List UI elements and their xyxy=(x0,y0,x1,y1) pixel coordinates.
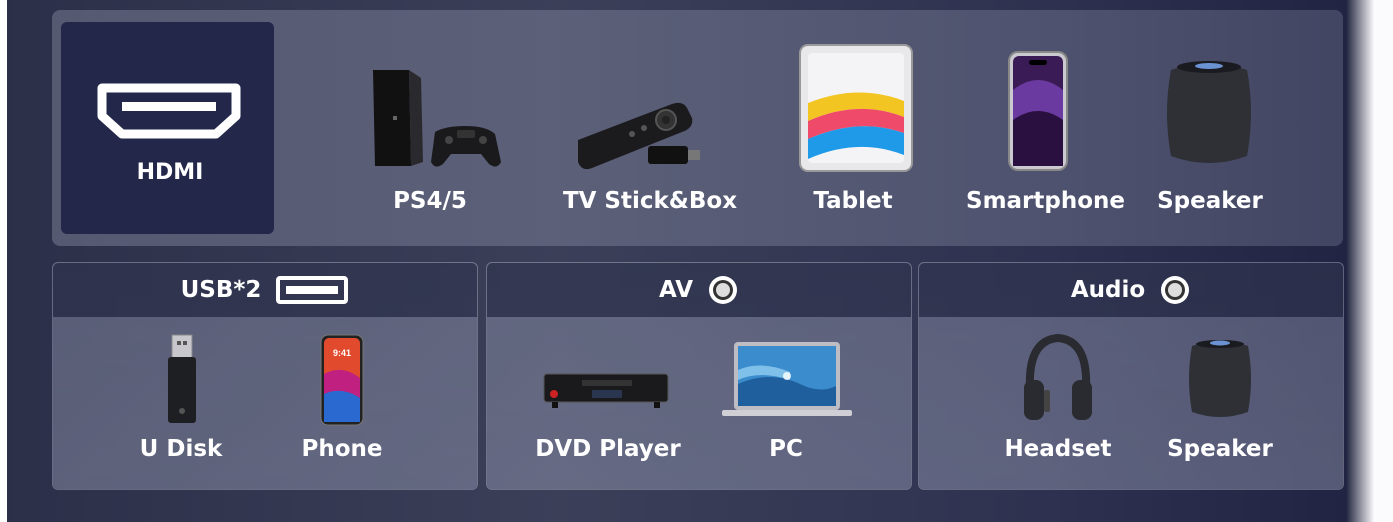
smart-speaker-icon xyxy=(1167,61,1251,163)
audio-port-icon xyxy=(1161,276,1190,304)
av-title: AV xyxy=(658,277,694,303)
audio-panel: Audio xyxy=(918,262,1344,490)
device-label-dvd-player: DVD Player xyxy=(535,436,681,462)
tablet-icon xyxy=(799,44,913,172)
usb-panel-header: USB*2 xyxy=(53,263,477,317)
dvd-player-icon xyxy=(543,373,669,408)
device-label-tv-stick: TV Stick&Box xyxy=(562,188,738,214)
phone-icon: 9:41 xyxy=(320,334,364,426)
phone-screen-time: 9:41 xyxy=(333,348,351,358)
audio-panel-body xyxy=(919,317,1343,489)
usb-port-icon xyxy=(276,276,349,304)
laptop-icon xyxy=(722,342,852,416)
av-panel-header: AV xyxy=(487,263,911,317)
headphones-icon xyxy=(1024,334,1092,420)
smart-speaker-icon xyxy=(1189,340,1251,417)
usb-panel-body xyxy=(53,317,477,489)
device-label-speaker: Speaker xyxy=(1157,188,1263,214)
device-label-headset: Headset xyxy=(1004,436,1112,462)
audio-title: Audio xyxy=(1070,277,1146,303)
smartphone-icon xyxy=(1008,51,1068,171)
usb-panel: USB*2 xyxy=(52,262,478,490)
hdmi-label: HDMI xyxy=(136,160,204,185)
tv-stick-icon xyxy=(578,102,700,170)
device-label-tablet: Tablet xyxy=(813,188,893,214)
hdmi-port-icon xyxy=(97,83,241,139)
av-port-icon xyxy=(709,276,738,304)
device-label-ps4: PS4/5 xyxy=(393,188,467,214)
left-edge xyxy=(0,0,7,522)
device-label-phone: Phone xyxy=(301,436,383,462)
device-label-speaker-audio: Speaker xyxy=(1167,436,1273,462)
usb-title: USB*2 xyxy=(180,277,262,303)
device-label-u-disk: U Disk xyxy=(139,436,223,462)
audio-panel-header: Audio xyxy=(919,263,1343,317)
right-edge xyxy=(1346,0,1393,522)
game-console-icon xyxy=(373,70,501,167)
device-label-pc: PC xyxy=(769,436,803,462)
usb-flash-drive-icon xyxy=(168,334,196,423)
device-label-smartphone: Smartphone xyxy=(966,188,1126,214)
